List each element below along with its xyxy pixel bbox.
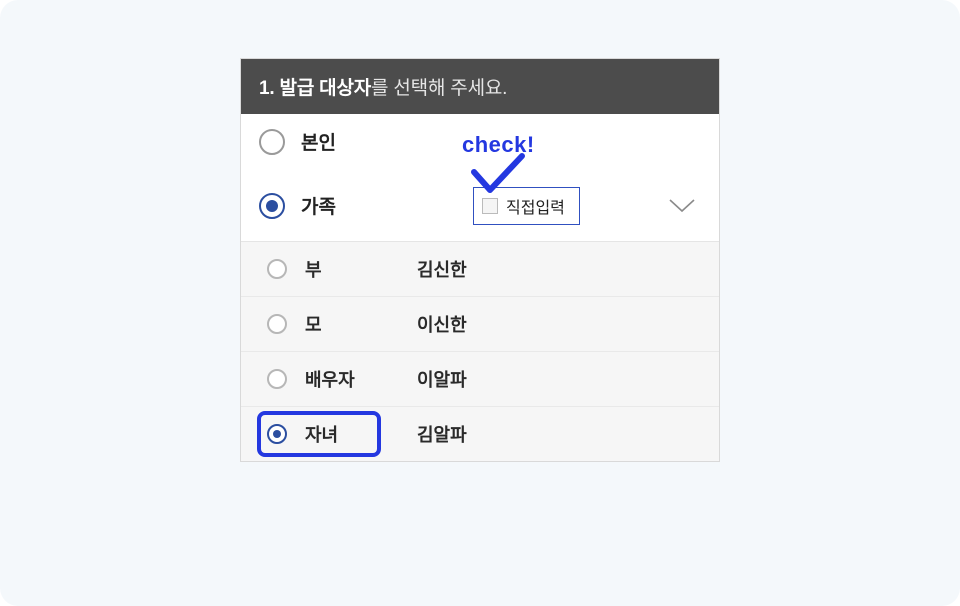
radio-icon bbox=[267, 369, 287, 389]
option-family-label: 가족 bbox=[301, 192, 336, 219]
panel-header: 1. 발급 대상자를 선택해 주세요. bbox=[241, 59, 719, 114]
member-name: 이신한 bbox=[417, 311, 467, 337]
checkbox-icon bbox=[482, 198, 498, 214]
member-name: 김알파 bbox=[417, 421, 467, 447]
radio-icon bbox=[267, 424, 287, 444]
radio-icon bbox=[267, 259, 287, 279]
direct-input-checkbox[interactable]: 직접입력 bbox=[473, 187, 580, 225]
stage: 1. 발급 대상자를 선택해 주세요. 본인 가족 직접입력 bbox=[0, 0, 960, 606]
chevron-down-icon[interactable] bbox=[669, 199, 695, 213]
family-row-child[interactable]: 자녀 김알파 bbox=[241, 406, 719, 461]
option-self[interactable]: 본인 bbox=[241, 114, 719, 170]
member-name: 김신한 bbox=[417, 256, 467, 282]
relationship-label: 모 bbox=[305, 311, 417, 337]
relationship-label: 배우자 bbox=[305, 366, 417, 392]
radio-icon bbox=[267, 314, 287, 334]
option-family[interactable]: 가족 직접입력 bbox=[241, 170, 719, 242]
member-name: 이알파 bbox=[417, 366, 467, 392]
family-row-father[interactable]: 부 김신한 bbox=[241, 242, 719, 296]
header-light: 를 선택해 주세요. bbox=[371, 78, 507, 99]
family-list: 부 김신한 모 이신한 배우자 이알파 자녀 김알파 bbox=[241, 242, 719, 461]
radio-icon bbox=[259, 129, 285, 155]
option-self-label: 본인 bbox=[301, 128, 336, 155]
recipient-panel: 1. 발급 대상자를 선택해 주세요. 본인 가족 직접입력 bbox=[240, 58, 720, 462]
header-bold: 발급 대상자 bbox=[280, 78, 371, 99]
relationship-label: 부 bbox=[305, 256, 417, 282]
relationship-label: 자녀 bbox=[305, 421, 417, 447]
radio-icon bbox=[259, 193, 285, 219]
family-row-spouse[interactable]: 배우자 이알파 bbox=[241, 351, 719, 406]
direct-input-label: 직접입력 bbox=[506, 194, 565, 218]
family-row-mother[interactable]: 모 이신한 bbox=[241, 296, 719, 351]
header-number: 1. bbox=[259, 78, 274, 99]
